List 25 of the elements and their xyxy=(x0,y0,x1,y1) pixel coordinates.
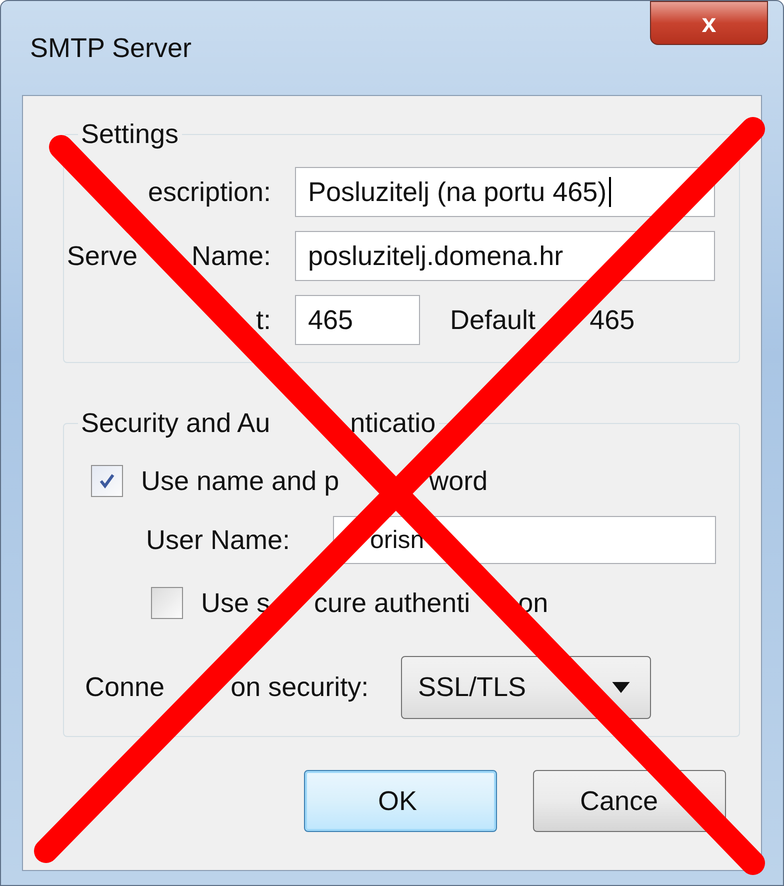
text-field[interactable]: posluzitelj.domena.hr xyxy=(295,231,715,281)
field-label: Name: xyxy=(191,240,271,272)
field-label: on security: xyxy=(230,672,369,703)
check-icon xyxy=(97,471,117,491)
field-label: escription: xyxy=(148,176,271,208)
field-label: Serve xyxy=(66,240,138,272)
window-title: SMTP Server xyxy=(30,33,192,64)
field-label: Conne xyxy=(85,672,165,703)
group-title: Settings xyxy=(80,118,180,150)
group-title: Security and Au xyxy=(81,408,270,438)
checkbox[interactable] xyxy=(151,587,183,619)
checkbox-label[interactable]: word xyxy=(429,466,488,496)
default-port-text: 465 xyxy=(590,304,635,336)
text-field[interactable]: Posluzitelj (na portu 465) xyxy=(295,167,715,217)
checkbox[interactable] xyxy=(91,465,123,497)
checkbox-label[interactable]: cure authenti xyxy=(314,588,470,618)
group-title: nticatio xyxy=(350,408,436,438)
dialog-button[interactable]: OK xyxy=(304,770,497,832)
close-button[interactable]: x xyxy=(650,1,768,45)
dropdown-arrow-icon xyxy=(612,682,630,693)
default-port-text: Default xyxy=(450,304,536,336)
checkbox-label[interactable]: Use name and p xyxy=(141,466,340,496)
text-field[interactable]: 465 xyxy=(295,295,420,345)
field-label: t: xyxy=(256,304,271,336)
field-label: User Name: xyxy=(146,524,292,556)
